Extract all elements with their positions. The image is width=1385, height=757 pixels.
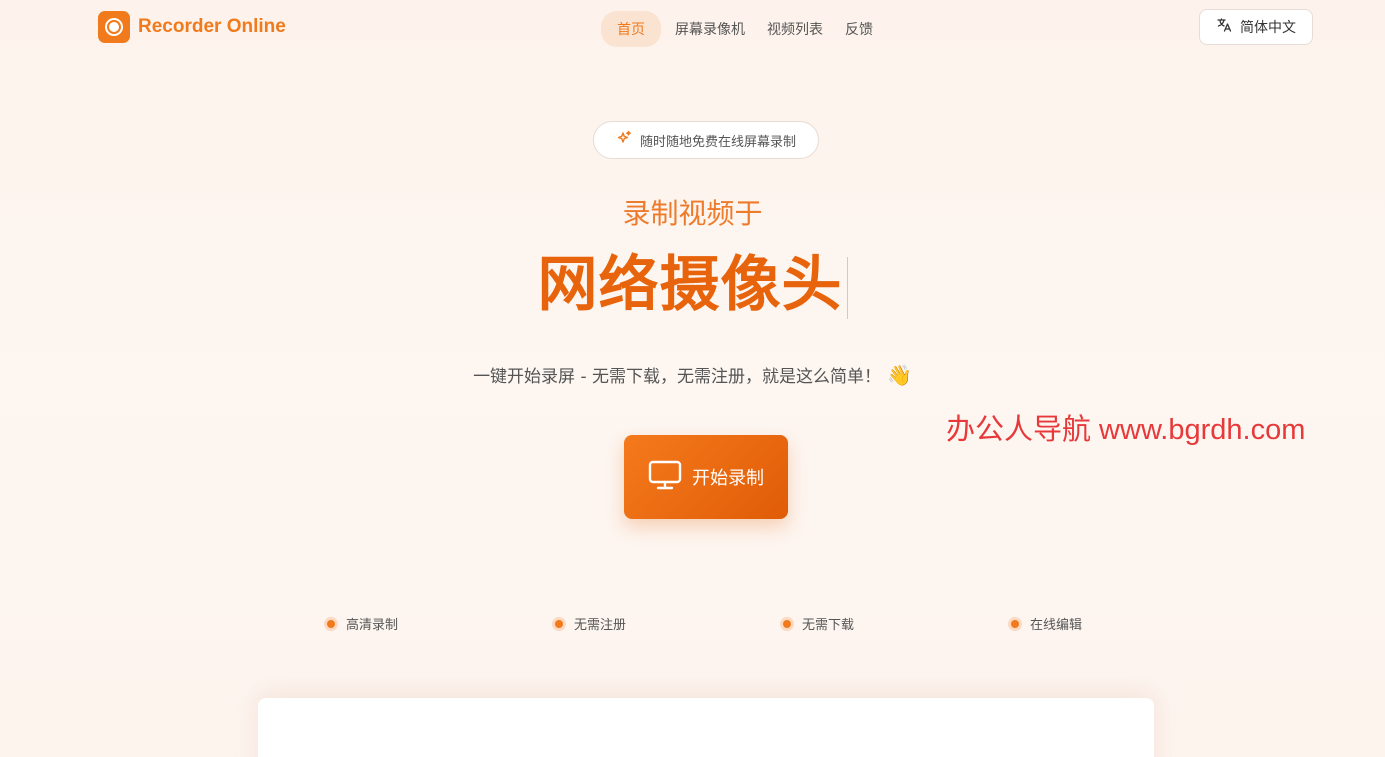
hero-badge: 随时随地免费在线屏幕录制: [593, 121, 819, 159]
hero-subtitle: 录制视频于: [622, 197, 763, 230]
main-nav: 首页 屏幕录像机 视频列表 反馈: [601, 11, 881, 47]
hero-title: 网络摄像头: [537, 250, 843, 320]
feature-label: 在线编辑: [1030, 618, 1083, 633]
feature-item: 高清录制: [324, 614, 398, 633]
feature-item: 无需下载: [780, 614, 854, 633]
record-icon: [98, 11, 130, 43]
bullet-icon: [552, 616, 566, 631]
nav-item-feedback[interactable]: 反馈: [837, 11, 881, 47]
typing-caret: [846, 257, 848, 320]
feature-label: 无需下载: [802, 618, 855, 633]
waving-hand-icon: 👋: [887, 363, 912, 387]
feature-list: 高清录制 无需注册 无需下载 在线编辑: [0, 614, 1385, 636]
preview-panel: [258, 698, 1154, 757]
nav-item-home[interactable]: 首页: [601, 11, 661, 47]
feature-item: 无需注册: [552, 614, 626, 633]
watermark: 办公人导航 www.bgrdh.com: [946, 414, 1306, 446]
nav-item-screen-recorder[interactable]: 屏幕录像机: [667, 11, 753, 47]
language-label: 简体中文: [1240, 20, 1296, 36]
monitor-icon: [648, 459, 682, 496]
feature-label: 高清录制: [346, 618, 399, 633]
bullet-icon: [324, 616, 338, 631]
start-recording-label: 开始录制: [692, 468, 764, 489]
sparkle-icon: [616, 130, 632, 150]
bullet-icon: [1008, 616, 1022, 631]
language-selector[interactable]: 简体中文: [1199, 9, 1313, 45]
app-name: Recorder Online: [138, 16, 286, 37]
bullet-icon: [780, 616, 794, 631]
hero-title-wrap: 网络摄像头: [0, 236, 1385, 323]
badge-text: 随时随地免费在线屏幕录制: [639, 134, 796, 150]
feature-item: 在线编辑: [1008, 614, 1082, 633]
start-recording-button[interactable]: 开始录制: [624, 435, 788, 519]
tagline: 一键开始录屏 - 无需下载，无需注册，就是这么简单！: [473, 367, 882, 387]
logo[interactable]: Recorder Online: [98, 11, 286, 43]
nav-item-video-list[interactable]: 视频列表: [759, 11, 831, 47]
header: Recorder Online 首页 屏幕录像机 视频列表 反馈 简体中文: [0, 0, 1385, 56]
feature-label: 无需注册: [574, 618, 627, 633]
translate-icon: [1216, 17, 1232, 37]
tagline-wrap: 一键开始录屏 - 无需下载，无需注册，就是这么简单！ 👋: [0, 362, 1385, 387]
